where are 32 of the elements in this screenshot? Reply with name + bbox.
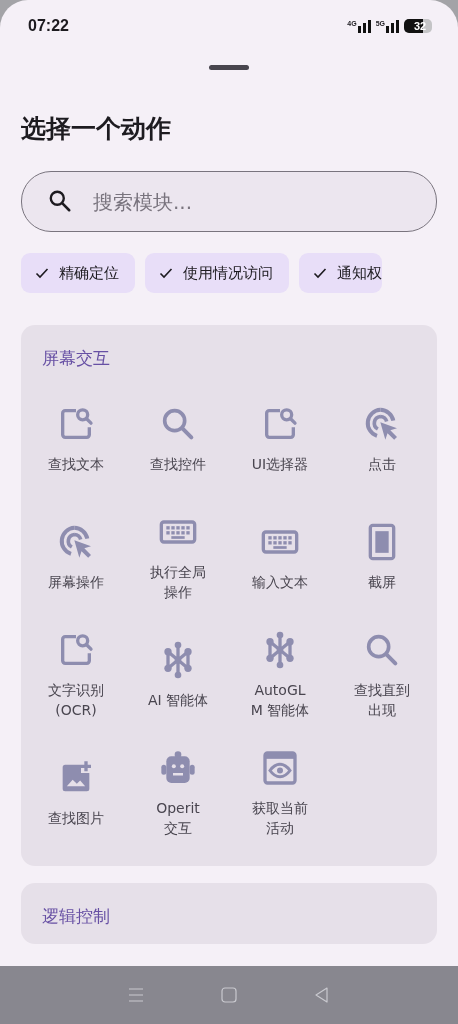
module-item[interactable]: 查找控件	[127, 382, 229, 496]
section-title: 逻辑控制	[42, 905, 111, 928]
check-icon	[35, 267, 49, 279]
signal-icon	[357, 19, 372, 33]
search-icon	[47, 188, 73, 214]
module-item[interactable]: 查找图片	[25, 736, 127, 850]
module-item[interactable]: Operit 交互	[127, 736, 229, 850]
sheet-title: 选择一个动作	[21, 113, 172, 145]
module-item[interactable]: 屏幕操作	[25, 500, 127, 614]
module-item[interactable]: 输入文本	[229, 500, 331, 614]
module-item[interactable]: UI选择器	[229, 382, 331, 496]
module-item[interactable]: 文字识别 (OCR)	[25, 618, 127, 732]
filter-chip[interactable]: 精确定位	[21, 253, 135, 293]
eye-window-icon	[260, 748, 300, 788]
module-item[interactable]: AI 智能体	[127, 618, 229, 732]
signal-icon	[386, 19, 400, 33]
check-icon	[313, 267, 327, 279]
check-icon	[159, 267, 173, 279]
filter-chip[interactable]: 使用情况访问	[145, 253, 289, 293]
section-title: 屏幕交互	[42, 347, 111, 370]
module-item[interactable]: 截屏	[331, 500, 433, 614]
drag-handle[interactable]	[209, 65, 249, 70]
home-icon[interactable]	[219, 985, 239, 1005]
module-item[interactable]: 查找直到出现	[331, 618, 433, 732]
filter-chip[interactable]: 通知权	[299, 253, 382, 293]
module-item[interactable]: AutoGLM 智能体	[229, 618, 331, 732]
module-item[interactable]: 执行全局操作	[127, 500, 229, 614]
module-item[interactable]: 获取当前活动	[229, 736, 331, 850]
status-time: 07:22	[28, 17, 69, 35]
module-item[interactable]: 查找文本	[25, 382, 127, 496]
search-field[interactable]: 搜索模块...	[21, 171, 437, 232]
module-item[interactable]: 点击	[331, 382, 433, 496]
